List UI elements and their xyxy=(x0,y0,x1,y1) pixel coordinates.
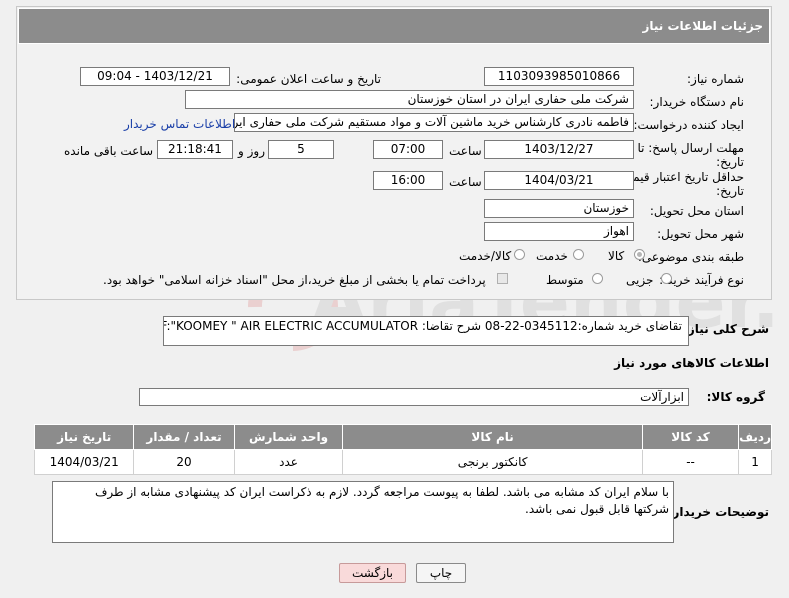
treasury-payment-note: پرداخت تمام یا بخشی از مبلغ خرید،از محل … xyxy=(103,273,486,287)
requester-label: ایجاد کننده درخواست: xyxy=(633,118,744,132)
buyer-org-field: شرکت ملی حفاری ایران در استان خوزستان xyxy=(185,90,634,109)
col-header-row-number: ردیف xyxy=(738,424,772,450)
buyer-org-label: نام دستگاه خریدار: xyxy=(649,95,745,109)
announce-datetime-label: تاریخ و ساعت اعلان عمومی: xyxy=(236,72,381,86)
cell-item-code: -- xyxy=(641,449,740,475)
reply-deadline-label: مهلت ارسال پاسخ: تا xyxy=(637,141,744,155)
items-table: ردیف کد کالا نام کالا واحد شمارش تعداد /… xyxy=(33,424,772,475)
category-option-goods-service: کالا/خدمت xyxy=(459,249,512,263)
category-radio-service[interactable] xyxy=(573,249,584,260)
price-validity-date-label: تاریخ: xyxy=(716,184,744,198)
process-option-medium: متوسط xyxy=(546,273,584,287)
price-validity-time-label: ساعت xyxy=(449,175,482,189)
remaining-days-field: 5 xyxy=(268,140,334,159)
remaining-time-label: ساعت باقی مانده xyxy=(64,144,154,158)
category-option-goods: کالا xyxy=(608,249,625,263)
description-text: تقاضای خرید شماره:0345112-22-08 شرح تقاض… xyxy=(163,319,682,333)
table-header-row: ردیف کد کالا نام کالا واحد شمارش تعداد /… xyxy=(33,424,772,450)
col-header-quantity: تعداد / مقدار xyxy=(133,424,235,450)
col-header-item-code: کد کالا xyxy=(641,424,740,450)
cell-need-date: 1404/03/21 xyxy=(33,449,135,475)
description-label: شرح کلی نیاز: xyxy=(683,322,769,336)
reply-deadline-date-field: 1403/12/27 xyxy=(484,140,634,159)
reply-deadline-date-label: تاریخ: xyxy=(716,155,744,169)
print-button[interactable]: چاپ xyxy=(416,563,466,583)
delivery-province-field: خوزستان xyxy=(484,199,634,218)
process-type-label: نوع فرآیند خرید : xyxy=(659,273,744,287)
buyer-notes-text: با سلام ایران کد مشابه می باشد. لطفا به … xyxy=(94,485,669,516)
process-radio-medium[interactable] xyxy=(592,273,603,284)
back-button[interactable]: بازگشت xyxy=(339,563,406,583)
goods-section-title: اطلاعات کالاهای مورد نیاز xyxy=(614,356,769,370)
reply-time-label: ساعت xyxy=(449,144,482,158)
buyer-notes-field: با سلام ایران کد مشابه می باشد. لطفا به … xyxy=(52,481,674,543)
buyer-contact-link[interactable]: اطلاعات تماس خریدار xyxy=(124,117,235,131)
cell-unit: عدد xyxy=(233,449,344,475)
treasury-payment-checkbox[interactable] xyxy=(497,273,508,284)
announce-datetime-field: 1403/12/21 - 09:04 xyxy=(80,67,230,86)
requester-field: فاطمه نادری کارشناس خرید ماشین آلات و مو… xyxy=(234,113,634,132)
need-number-field: 1103093985010866 xyxy=(484,67,634,86)
process-radio-minor[interactable] xyxy=(661,273,672,284)
goods-group-label: گروه کالا: xyxy=(706,390,765,404)
col-header-need-date: تاریخ نیاز xyxy=(33,424,135,450)
remaining-days-label: روز و xyxy=(238,144,265,158)
remaining-time-field: 21:18:41 xyxy=(157,140,233,159)
col-header-unit: واحد شمارش xyxy=(233,424,344,450)
cell-item-name: کانکتور برنجی xyxy=(342,449,643,475)
price-validity-time-field: 16:00 xyxy=(373,171,443,190)
delivery-province-label: استان محل تحویل: xyxy=(649,204,744,218)
description-field: تقاضای خرید شماره:0345112-22-08 شرح تقاض… xyxy=(163,316,689,346)
cell-quantity: 20 xyxy=(133,449,235,475)
category-option-service: خدمت xyxy=(536,249,568,263)
page-title: جزئیات اطلاعات نیاز xyxy=(642,19,763,33)
category-radio-goods[interactable] xyxy=(634,249,645,260)
category-radio-goods-service[interactable] xyxy=(514,249,525,260)
reply-time-field: 07:00 xyxy=(373,140,443,159)
buyer-notes-label: توضیحات خریدار: xyxy=(667,505,769,519)
process-option-minor: جزیی xyxy=(626,273,654,287)
table-row: 1 -- کانکتور برنجی عدد 20 1404/03/21 xyxy=(33,449,772,475)
col-header-item-name: نام کالا xyxy=(342,424,643,450)
goods-group-field: ابزارآلات xyxy=(139,388,689,406)
cell-row-number: 1 xyxy=(738,449,772,475)
category-label: طبقه بندی موضوعی: xyxy=(637,250,744,264)
delivery-city-label: شهر محل تحویل: xyxy=(657,227,744,241)
delivery-city-field: اهواز xyxy=(484,222,634,241)
need-number-label: شماره نیاز: xyxy=(687,72,744,86)
price-validity-date-field: 1404/03/21 xyxy=(484,171,634,190)
